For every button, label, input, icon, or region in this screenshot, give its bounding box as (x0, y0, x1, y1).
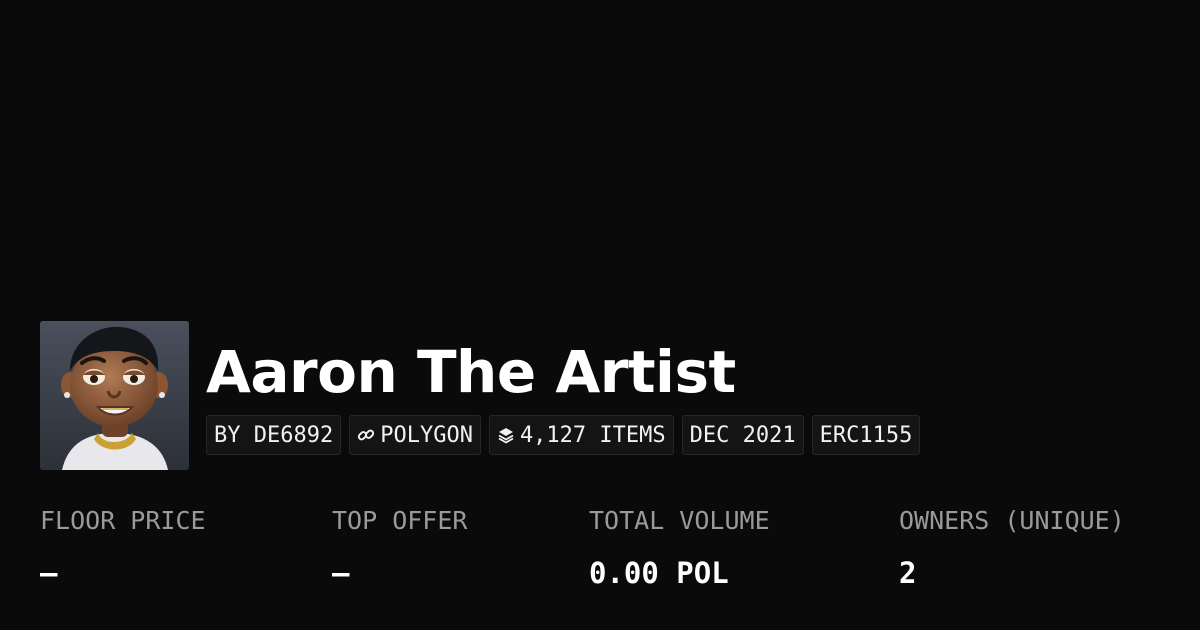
items-tag-label: 4,127 ITEMS (519, 422, 666, 448)
standard-tag: ERC1155 (811, 415, 921, 455)
floor-price-value: – (40, 556, 58, 590)
collection-title: Aaron The Artist (206, 338, 736, 406)
layers-icon (497, 426, 515, 444)
chain-tag-label: POLYGON (380, 422, 473, 448)
floor-price-label: FLOOR PRICE (40, 506, 206, 535)
floor-price-stat: FLOOR PRICE – (40, 503, 206, 591)
items-tag[interactable]: 4,127 ITEMS (488, 415, 674, 455)
collection-tags: BY DE6892 POLYGON 4,127 ITEMS DEC 2021 E… (206, 415, 921, 455)
top-offer-label: TOP OFFER (332, 506, 468, 535)
owners-value: 2 (899, 556, 917, 590)
date-tag-label: DEC 2021 (689, 422, 796, 448)
owners-label: OWNERS (UNIQUE) (899, 506, 1125, 535)
date-tag: DEC 2021 (681, 415, 804, 455)
total-volume-label: TOTAL VOLUME (589, 506, 770, 535)
collection-avatar (40, 321, 189, 470)
creator-tag[interactable]: BY DE6892 (206, 415, 342, 455)
link-icon (357, 426, 375, 444)
top-offer-value: – (332, 556, 350, 590)
chain-tag[interactable]: POLYGON (349, 415, 481, 455)
top-offer-stat: TOP OFFER – (332, 503, 467, 591)
creator-tag-label: BY DE6892 (214, 422, 334, 448)
total-volume-value: 0.00 POL (589, 556, 729, 590)
standard-tag-label: ERC1155 (819, 422, 913, 448)
total-volume-stat: TOTAL VOLUME 0.00 POL (589, 503, 770, 591)
owners-stat: OWNERS (UNIQUE) 2 (899, 503, 1125, 591)
